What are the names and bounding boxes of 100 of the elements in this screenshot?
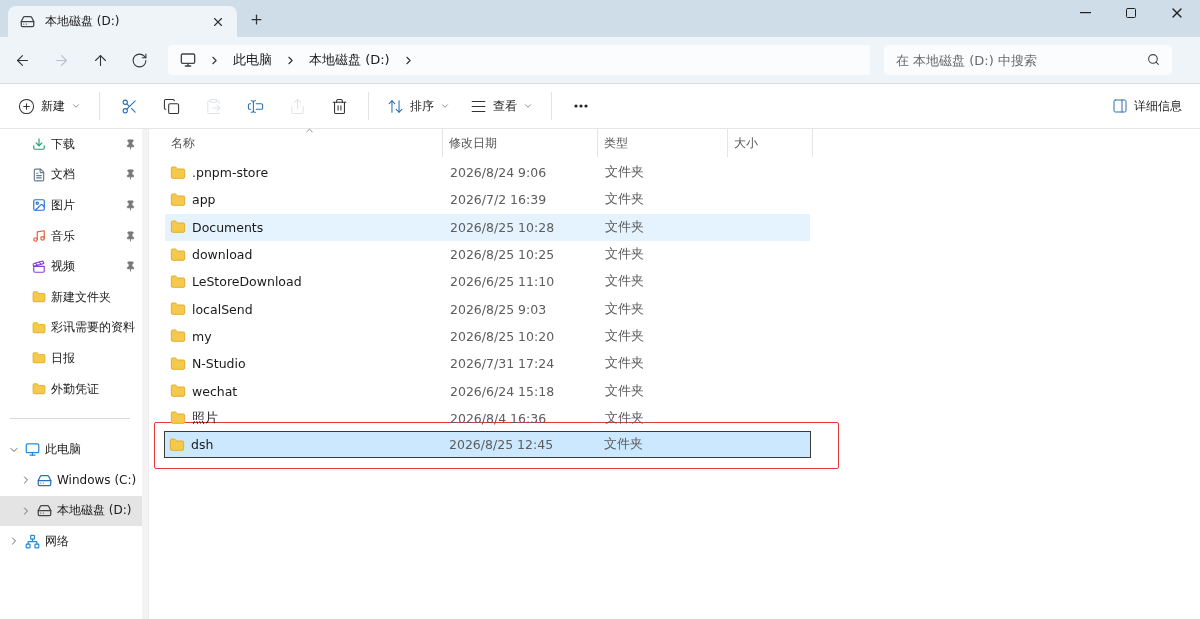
tree-item[interactable]: 本地磁盘 (D:) <box>0 495 143 527</box>
file-name: LeStoreDownload <box>192 274 302 290</box>
tree-item[interactable]: 网络 <box>0 526 143 557</box>
file-row[interactable]: N-Studio 2026/7/31 17:24 文件夹 <box>165 350 810 378</box>
folder-icon <box>170 328 186 345</box>
type-cell-text: 文件夹 <box>604 327 645 345</box>
column-header[interactable]: 修改日期 <box>443 129 598 157</box>
file-row[interactable]: LeStoreDownload 2026/6/25 11:10 文件夹 <box>165 268 810 296</box>
monitor-icon <box>180 52 196 68</box>
file-row[interactable]: localSend 2026/8/25 9:03 文件夹 <box>165 295 810 323</box>
scrollbar[interactable] <box>142 129 149 619</box>
folder-icon <box>170 383 186 399</box>
breadcrumb[interactable]: 本地磁盘 (D:) <box>309 51 390 69</box>
type-cell-text: 文件夹 <box>604 355 645 373</box>
address-bar[interactable]: 此电脑 本地磁盘 (D:) <box>168 45 870 75</box>
sort-button[interactable]: 排序 <box>379 90 458 122</box>
tab[interactable]: 本地磁盘 (D:) <box>8 6 237 37</box>
breadcrumb[interactable]: 此电脑 <box>233 51 272 69</box>
folder-icon <box>170 246 186 263</box>
type-cell-text: 文件夹 <box>604 246 645 264</box>
folder-icon <box>170 219 186 236</box>
plus-icon <box>249 12 264 27</box>
sidebar-item[interactable]: 日报 <box>0 343 143 374</box>
file-name: wechat <box>192 383 238 399</box>
drive-icon <box>37 472 52 488</box>
tree-item[interactable]: Windows (C:) <box>0 464 143 496</box>
date-cell-text: 2026/7/2 16:39 <box>449 192 548 208</box>
drive-icon <box>20 14 35 29</box>
type-cell-text: 文件夹 <box>604 382 645 400</box>
file-row[interactable]: my 2026/8/25 10:20 文件夹 <box>165 322 810 351</box>
maximize-icon <box>1125 7 1137 19</box>
file-name: 照片 <box>192 409 218 427</box>
file-name: N-Studio <box>192 356 246 372</box>
file-name: download <box>192 247 253 263</box>
date-cell-text: 2026/6/24 15:18 <box>449 383 556 399</box>
search-field[interactable]: 在 本地磁盘 (D:) 中搜索 <box>884 45 1172 75</box>
date-cell-text: 2026/6/25 11:10 <box>449 274 556 290</box>
search-icon <box>1147 53 1160 66</box>
date-cell-text: 2026/8/25 10:20 <box>449 328 556 344</box>
folder-icon <box>169 436 185 453</box>
folder-icon <box>170 191 186 208</box>
view-button[interactable]: 查看 <box>462 90 541 122</box>
document-icon <box>32 167 46 182</box>
folder-icon <box>170 164 186 181</box>
date-cell-text: 2026/8/24 9:06 <box>449 165 548 181</box>
file-row[interactable]: wechat 2026/6/24 15:18 文件夹 <box>165 377 810 405</box>
folder-icon <box>32 351 46 366</box>
type-cell-text: 文件夹 <box>603 436 644 454</box>
folder-icon <box>32 290 46 305</box>
drive-icon <box>37 503 52 519</box>
refresh-icon <box>131 51 148 69</box>
file-name: my <box>192 328 212 344</box>
sidebar-item[interactable]: 新建文件夹 <box>0 281 143 313</box>
new-button[interactable]: 新建 <box>10 90 89 122</box>
sidebar-item[interactable]: 彩讯需要的资料 <box>0 312 143 344</box>
date-cell-text: 2026/8/25 12:45 <box>448 437 555 453</box>
minimize-icon <box>1079 12 1091 14</box>
folder-icon <box>170 273 186 290</box>
panel-icon <box>1112 98 1128 114</box>
sidebar-item[interactable]: 视频 <box>0 251 143 282</box>
caret-icon <box>71 101 81 111</box>
folder-icon <box>170 410 186 427</box>
sidebar-item[interactable]: 音乐 <box>0 220 143 252</box>
column-header[interactable]: 名称 <box>165 129 443 157</box>
type-cell-text: 文件夹 <box>604 191 645 209</box>
download-icon <box>32 137 46 152</box>
sidebar-item[interactable]: 外勤凭证 <box>0 373 143 405</box>
type-cell-text: 文件夹 <box>604 218 645 236</box>
folder-icon <box>32 320 46 335</box>
folder-icon <box>170 301 186 318</box>
caret-icon <box>523 101 533 111</box>
file-name: .pnpm-store <box>192 165 269 181</box>
file-row[interactable]: dsh 2026/8/25 12:45 文件夹 <box>164 430 811 459</box>
sidebar-item[interactable]: 下载 <box>0 129 143 160</box>
file-row[interactable]: app 2026/7/2 16:39 文件夹 <box>165 186 810 214</box>
file-name: localSend <box>192 301 253 317</box>
folder-icon <box>170 355 186 372</box>
file-row[interactable]: Documents 2026/8/25 10:28 文件夹 <box>165 213 810 241</box>
type-cell-text: 文件夹 <box>604 164 645 182</box>
date-cell-text: 2026/7/31 17:24 <box>449 356 556 372</box>
date-cell-text: 2026/8/25 9:03 <box>449 301 548 317</box>
type-cell-text: 文件夹 <box>604 409 645 427</box>
tree-item[interactable]: 此电脑 <box>0 434 143 465</box>
monitor-icon <box>25 442 40 458</box>
date-cell-text: 2026/8/4 16:36 <box>449 410 548 426</box>
sidebar-item[interactable]: 文档 <box>0 159 143 191</box>
column-header[interactable]: 大小 <box>728 129 813 157</box>
file-name: app <box>192 192 216 208</box>
file-name: dsh <box>191 437 214 453</box>
details-button[interactable]: 详细信息 <box>1104 90 1190 122</box>
caret-icon <box>440 101 450 111</box>
date-cell-text: 2026/8/25 10:28 <box>449 219 556 235</box>
network-icon <box>25 533 40 549</box>
type-cell-text: 文件夹 <box>604 273 645 291</box>
file-row[interactable]: download 2026/8/25 10:25 文件夹 <box>165 240 810 269</box>
type-cell-text: 文件夹 <box>604 300 645 318</box>
file-row[interactable]: 照片 2026/8/4 16:36 文件夹 <box>165 404 810 432</box>
column-header[interactable]: 类型 <box>598 129 728 157</box>
sidebar-item[interactable]: 图片 <box>0 190 143 221</box>
file-row[interactable]: .pnpm-store 2026/8/24 9:06 文件夹 <box>165 159 810 187</box>
